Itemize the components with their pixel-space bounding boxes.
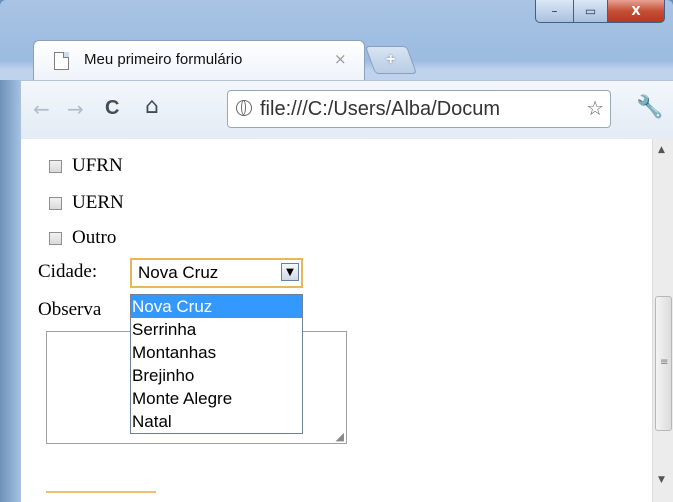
vertical-scrollbar[interactable]: ▲ ≡ ▼ bbox=[652, 139, 673, 502]
checkbox-label: UFRN bbox=[72, 155, 123, 176]
new-tab-button[interactable]: + bbox=[364, 46, 418, 74]
page-icon bbox=[54, 52, 69, 70]
home-icon[interactable]: ⌂ bbox=[145, 94, 159, 119]
submit-button-edge[interactable] bbox=[46, 491, 156, 502]
resize-grip-icon[interactable]: ◢ bbox=[336, 430, 344, 443]
minimize-button[interactable]: – bbox=[535, 0, 574, 23]
dropdown-option[interactable]: Montanhas bbox=[131, 341, 302, 364]
window-controls: – ▭ X bbox=[535, 0, 665, 23]
checkbox-icon[interactable] bbox=[49, 231, 62, 245]
browser-window: – ▭ X Meu primeiro formulário × + ← → C … bbox=[0, 0, 673, 502]
scroll-down-icon[interactable]: ▼ bbox=[658, 475, 665, 485]
address-bar[interactable]: file:///C:/Users/Alba/Docum ☆ bbox=[227, 90, 611, 128]
scroll-thumb[interactable]: ≡ bbox=[655, 296, 672, 431]
cidade-select[interactable]: Nova Cruz ▼ bbox=[130, 258, 303, 288]
grip-icon: ≡ bbox=[660, 357, 669, 368]
globe-icon bbox=[236, 100, 252, 116]
dropdown-option[interactable]: Brejinho bbox=[131, 364, 302, 387]
window-border bbox=[0, 80, 21, 502]
checkbox-outro[interactable]: Outro bbox=[49, 227, 116, 249]
maximize-button[interactable]: ▭ bbox=[574, 0, 608, 23]
observacoes-label: Observa bbox=[38, 299, 102, 320]
toolbar: ← → C ⌂ file:///C:/Users/Alba/Docum ☆ 🔧 bbox=[21, 80, 673, 140]
checkbox-label: UERN bbox=[72, 192, 124, 213]
scroll-up-icon[interactable]: ▲ bbox=[658, 145, 665, 155]
page-content: UFRN UERN Outro Cidade: Nova Cruz ▼ Obse… bbox=[21, 139, 652, 502]
plus-icon: + bbox=[386, 51, 396, 68]
tab-close-icon[interactable]: × bbox=[334, 50, 347, 68]
tab-active[interactable]: Meu primeiro formulário × bbox=[33, 40, 365, 81]
checkbox-ufrn[interactable]: UFRN bbox=[49, 155, 123, 177]
chevron-down-icon[interactable]: ▼ bbox=[281, 263, 299, 281]
checkbox-icon[interactable] bbox=[49, 196, 62, 210]
checkbox-uern[interactable]: UERN bbox=[49, 192, 124, 214]
cidade-label: Cidade: bbox=[38, 261, 98, 282]
reload-icon[interactable]: C bbox=[105, 97, 119, 120]
dropdown-option[interactable]: Monte Alegre bbox=[131, 387, 302, 410]
tab-title: Meu primeiro formulário bbox=[84, 51, 243, 68]
dropdown-option[interactable]: Serrinha bbox=[131, 318, 302, 341]
cidade-dropdown-list: Nova Cruz Serrinha Montanhas Brejinho Mo… bbox=[130, 294, 303, 434]
back-arrow-icon[interactable]: ← bbox=[33, 97, 50, 121]
select-value: Nova Cruz bbox=[138, 263, 219, 282]
dropdown-option[interactable]: Nova Cruz bbox=[131, 295, 302, 318]
dropdown-option[interactable]: Natal bbox=[131, 410, 302, 433]
forward-arrow-icon[interactable]: → bbox=[67, 97, 84, 121]
checkbox-label: Outro bbox=[72, 227, 117, 248]
close-window-button[interactable]: X bbox=[608, 0, 665, 23]
checkbox-icon[interactable] bbox=[49, 159, 62, 173]
wrench-icon[interactable]: 🔧 bbox=[636, 95, 663, 120]
url-text: file:///C:/Users/Alba/Docum bbox=[260, 98, 501, 120]
star-icon[interactable]: ☆ bbox=[586, 96, 604, 120]
